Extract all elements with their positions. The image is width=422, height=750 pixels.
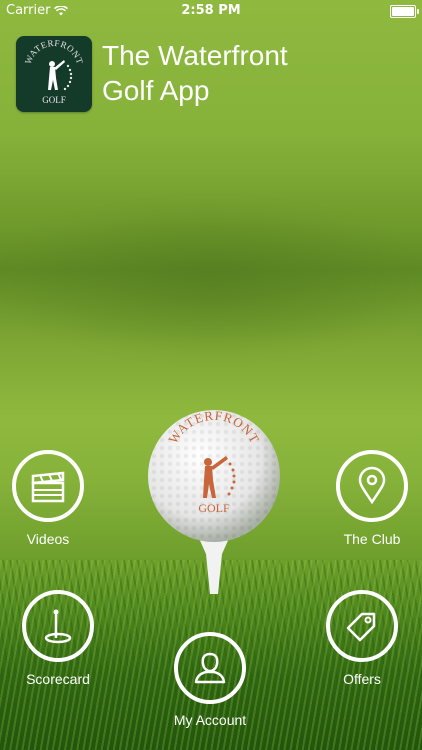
status-bar: Carrier 2:58 PM — [0, 0, 422, 22]
golf-ball-image: WATERFRONT GOLF — [142, 404, 286, 604]
the-club-label[interactable]: The Club — [317, 531, 422, 547]
ball-text-bottom: GOLF — [198, 501, 230, 515]
map-pin-icon — [358, 466, 386, 505]
videos-button[interactable] — [12, 450, 84, 522]
offers-button[interactable] — [326, 590, 398, 662]
app-title-line1: The Waterfront — [102, 40, 288, 71]
my-account-label[interactable]: My Account — [155, 712, 265, 728]
logo-text-bottom: GOLF — [42, 95, 66, 105]
status-time: 2:58 PM — [181, 3, 241, 18]
golf-flag-icon — [44, 609, 72, 644]
app-title-line2: Golf App — [102, 75, 210, 106]
battery-icon — [390, 5, 419, 18]
clapperboard-icon — [31, 471, 65, 503]
logo-text-top: WATERFRONT — [23, 38, 85, 66]
app-logo: WATERFRONT GOLF — [16, 36, 92, 112]
app-title: The Waterfront Golf App — [102, 38, 362, 108]
tag-icon — [346, 612, 376, 642]
my-account-button[interactable] — [174, 632, 246, 704]
offers-label[interactable]: Offers — [307, 671, 417, 687]
videos-label[interactable]: Videos — [0, 531, 103, 547]
the-club-button[interactable] — [336, 450, 408, 522]
scorecard-button[interactable] — [22, 590, 94, 662]
background-blur — [0, 200, 422, 360]
scorecard-label[interactable]: Scorecard — [3, 671, 113, 687]
user-icon — [194, 652, 226, 684]
svg-text:WATERFRONT: WATERFRONT — [23, 38, 85, 66]
